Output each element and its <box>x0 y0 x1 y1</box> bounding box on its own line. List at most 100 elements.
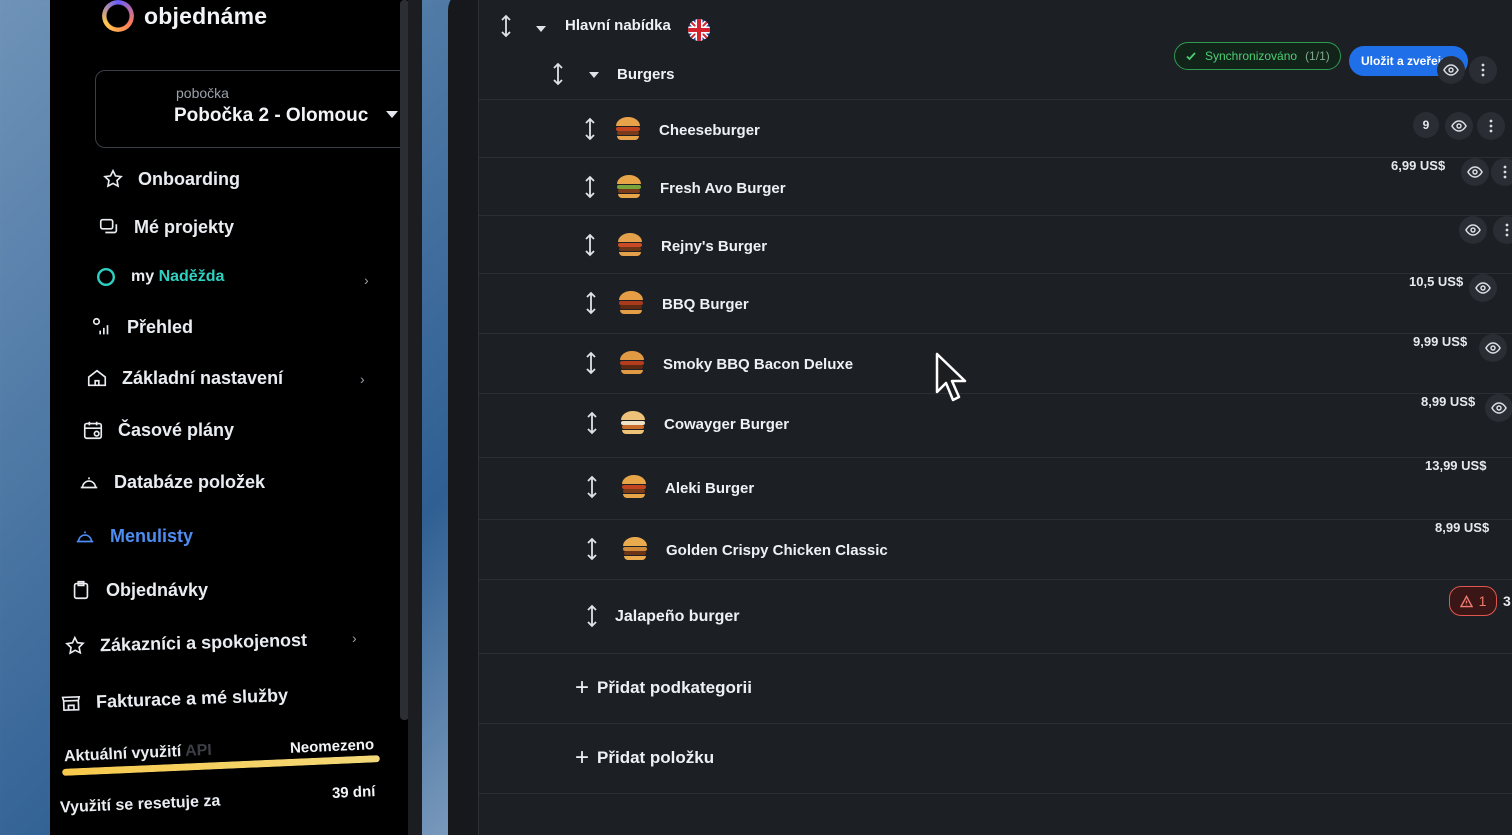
projects-icon <box>99 218 118 234</box>
more-menu-button[interactable] <box>1477 112 1505 140</box>
mouse-cursor-icon <box>935 352 967 402</box>
drag-handle-icon[interactable] <box>585 475 599 499</box>
item-price: 3 US$ <box>1503 593 1512 609</box>
calendar-icon <box>83 421 103 440</box>
menu-row[interactable]: Hlavní nabídka <box>479 0 1512 50</box>
visibility-toggle[interactable] <box>1485 394 1512 422</box>
burger-thumbnail <box>617 175 641 198</box>
drag-handle-icon[interactable] <box>584 291 598 315</box>
burger-thumbnail <box>622 475 646 498</box>
nav-item-orders[interactable]: Objednávky <box>70 579 208 601</box>
plus-icon: + <box>575 674 590 701</box>
add-item-row: + Přidat položku <box>479 724 1512 794</box>
nav-label: Mé projekty <box>134 216 235 237</box>
visibility-toggle[interactable] <box>1469 274 1497 302</box>
item-price: 8,99 US$ <box>1435 520 1490 535</box>
plus-icon: + <box>575 744 590 771</box>
drag-handle-icon[interactable] <box>551 62 565 86</box>
more-menu-button[interactable] <box>1491 158 1512 186</box>
nav-item-onboarding[interactable]: Onboarding <box>102 168 240 190</box>
warning-badge[interactable]: 1 <box>1449 586 1497 616</box>
category-title: Burgers <box>617 66 675 83</box>
burger-thumbnail <box>620 351 644 374</box>
nav-label: Fakturace a mé služby <box>95 684 289 712</box>
ring-icon <box>97 268 115 286</box>
nav-prefix: my <box>131 268 155 285</box>
sidebar: objednáme pobočka Pobočka 2 - Olomouc On… <box>50 0 422 835</box>
nav-item-schedules[interactable]: Časové plány <box>82 419 234 441</box>
home-icon <box>87 369 107 387</box>
visibility-toggle[interactable] <box>1479 334 1507 362</box>
visibility-toggle[interactable] <box>1461 158 1489 186</box>
app-logo[interactable]: objednáme <box>102 0 267 32</box>
caret-down-icon[interactable] <box>589 72 599 78</box>
item-name: Smoky BBQ Bacon Deluxe <box>663 356 854 373</box>
nav-item-items-db[interactable]: Databáze položek <box>78 471 265 493</box>
nav-item-settings[interactable]: Základní nastavení <box>86 367 283 389</box>
nav-label: Onboarding <box>138 168 240 189</box>
item-row[interactable]: Rejny's Burger <box>479 216 1512 274</box>
eye-icon <box>1491 402 1507 414</box>
eye-icon <box>1451 120 1467 132</box>
more-menu-button[interactable] <box>1493 216 1512 244</box>
drag-handle-icon[interactable] <box>585 537 599 561</box>
item-row[interactable]: Jalapeño burger <box>479 580 1512 654</box>
drag-handle-icon[interactable] <box>583 233 597 257</box>
caret-down-icon[interactable] <box>536 26 546 32</box>
menu-title: Hlavní nabídka <box>565 17 671 34</box>
item-row[interactable]: Cowayger Burger 8,99 US$ <box>479 394 1512 458</box>
cloche-icon <box>76 531 94 543</box>
nav-item-my[interactable]: my Naděžda <box>95 266 224 288</box>
drag-handle-icon[interactable] <box>585 411 599 435</box>
menu-tree: Hlavní nabídka Synchronizováno (1/1) Ulo… <box>478 0 1512 835</box>
star-icon <box>103 168 123 188</box>
chevron-right-icon[interactable]: › <box>360 371 365 387</box>
drag-handle-icon[interactable] <box>585 604 599 628</box>
clipboard-icon <box>73 580 89 600</box>
item-name: Cheeseburger <box>659 122 760 139</box>
add-item-button[interactable]: + Přidat položku <box>575 744 714 772</box>
chevron-right-icon[interactable]: › <box>352 630 357 646</box>
logo-icon <box>102 0 134 32</box>
category-row[interactable]: Burgers <box>479 52 1512 100</box>
nav-label: Přehled <box>127 316 194 337</box>
item-row[interactable]: Cheeseburger <box>479 100 1512 158</box>
star-icon <box>65 635 85 655</box>
item-name: Golden Crispy Chicken Classic <box>666 542 888 559</box>
warning-icon <box>1459 594 1473 607</box>
nav-item-customers[interactable]: Zákazníci a spokojenost <box>64 629 308 657</box>
nav-label: Časové plány <box>118 419 235 440</box>
chevron-right-icon[interactable]: › <box>364 272 369 288</box>
store-icon <box>61 695 81 712</box>
menu-editor: Hlavní nabídka Synchronizováno (1/1) Ulo… <box>448 0 1512 835</box>
add-subcategory-button[interactable]: + Přidat podkategorii <box>575 674 752 702</box>
drag-handle-icon[interactable] <box>583 175 597 199</box>
drag-handle-icon[interactable] <box>584 351 598 375</box>
eye-icon <box>1465 224 1481 236</box>
visibility-toggle[interactable] <box>1445 112 1473 140</box>
visibility-toggle[interactable] <box>1459 216 1487 244</box>
drag-handle-icon[interactable] <box>499 14 513 38</box>
item-price: 6,99 US$ <box>1391 158 1446 173</box>
item-row[interactable]: Golden Crispy Chicken Classic 8,99 US$ <box>479 520 1512 580</box>
item-row[interactable]: Smoky BBQ Bacon Deluxe 9,99 US$ <box>479 334 1512 394</box>
item-name: Rejny's Burger <box>661 238 768 255</box>
item-price: 13,99 US$ <box>1425 458 1487 473</box>
nav-item-projects[interactable]: Mé projekty <box>98 216 234 238</box>
nav-item-overview[interactable]: Přehled <box>91 316 193 338</box>
item-row[interactable]: BBQ Burger 10,5 US$ <box>479 274 1512 334</box>
nav-item-billing[interactable]: Fakturace a mé služby <box>60 684 289 714</box>
item-row[interactable]: Fresh Avo Burger 6,99 US$ <box>479 158 1512 216</box>
burger-thumbnail <box>623 537 647 560</box>
branch-select[interactable]: pobočka Pobočka 2 - Olomouc <box>95 70 408 148</box>
burger-thumbnail <box>618 233 642 256</box>
nav-label: Objednávky <box>106 579 209 600</box>
eye-icon <box>1475 282 1491 294</box>
sidebar-scrollbar[interactable] <box>400 0 408 720</box>
add-subcategory-row: + Přidat podkategorii <box>479 654 1512 724</box>
nav-label: Menulisty <box>110 525 194 546</box>
drag-handle-icon[interactable] <box>583 117 597 141</box>
item-row[interactable]: Aleki Burger 13,99 US$ <box>479 458 1512 520</box>
nav-item-menulists[interactable]: Menulisty <box>74 525 193 547</box>
nav-label: Databáze položek <box>114 471 266 492</box>
